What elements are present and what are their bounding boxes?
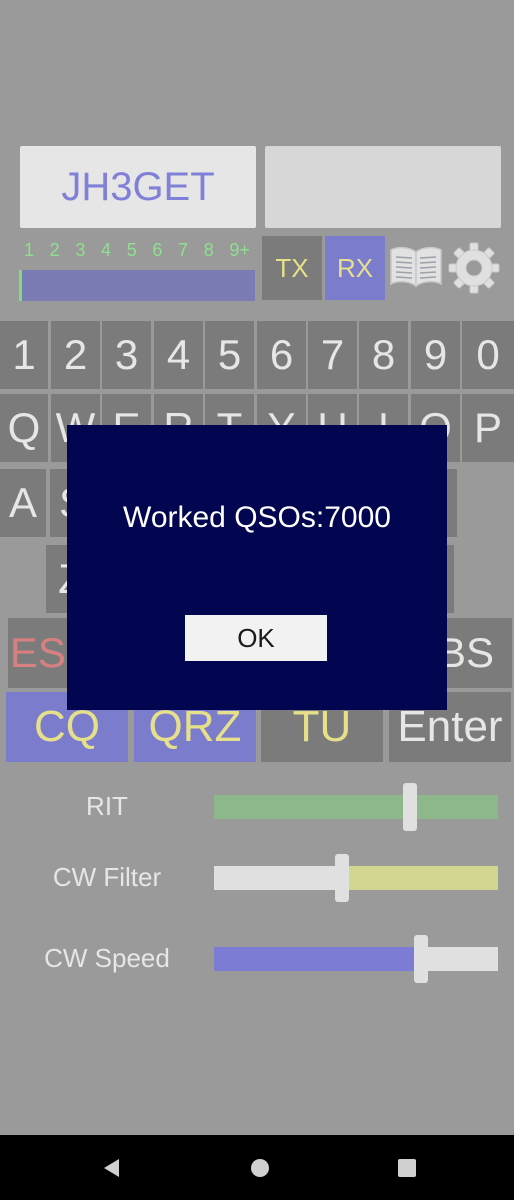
- qso-count-dialog: Worked QSOs:7000 OK: [67, 425, 447, 710]
- home-icon[interactable]: [245, 1153, 275, 1183]
- ok-button[interactable]: OK: [185, 615, 327, 661]
- modal-overlay: Worked QSOs:7000 OK: [0, 0, 514, 1135]
- recents-icon[interactable]: [392, 1153, 422, 1183]
- app-screen: JH3GET 1 2 3 4 5 6 7 8 9+ TX RX 1 2 3 4 …: [0, 0, 514, 1135]
- dialog-message: Worked QSOs:7000: [123, 501, 391, 534]
- back-icon[interactable]: [96, 1153, 126, 1183]
- system-navigation-bar: [0, 1135, 514, 1200]
